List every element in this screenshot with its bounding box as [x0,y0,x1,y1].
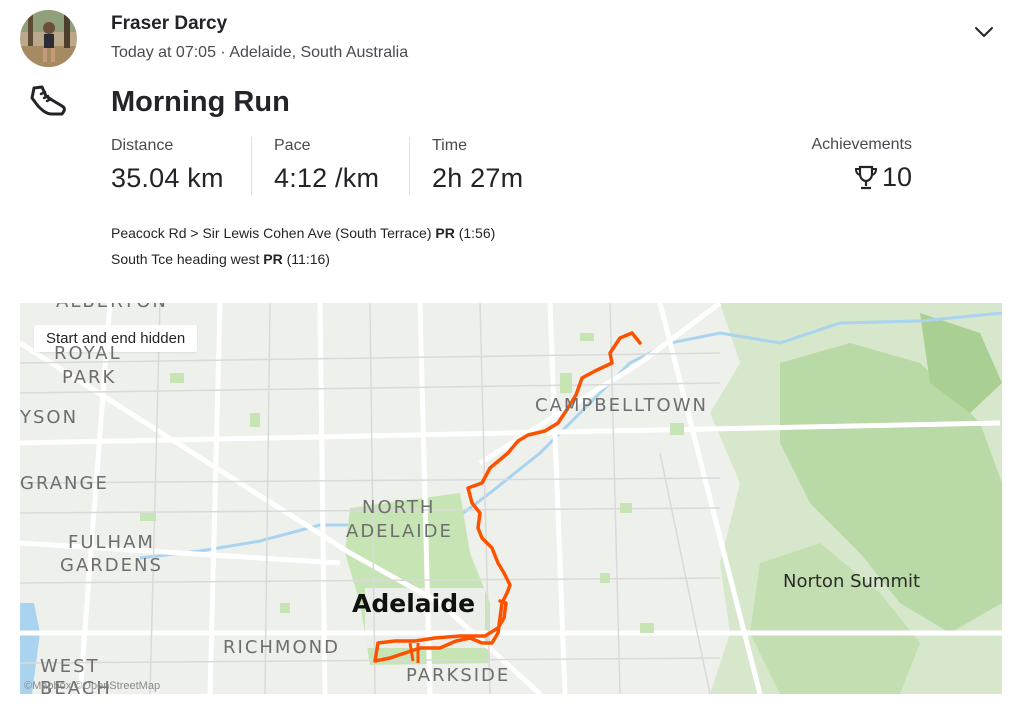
stat-divider [409,137,410,195]
activity-meta: Today at 07:05 · Adelaide, South Austral… [111,44,408,62]
achievements-label: Achievements [811,136,913,153]
activity-timestamp: Today at 07:05 [111,44,216,61]
stat-label: Pace [274,137,311,154]
route-map[interactable]: Start and end hidden ALBERTON ROYAL PARK… [20,303,1002,694]
stat-time: Time 2h 27m [432,137,523,194]
map-label-grange: GRANGE [20,473,109,494]
meta-separator: · [220,44,226,61]
running-shoe-icon [28,84,68,120]
trophy-icon [854,165,877,189]
map-label-alberton: ALBERTON [56,303,168,312]
map-label-fulham-gardens: FULHAM [68,532,155,553]
segment-name: Peacock Rd > Sir Lewis Cohen Ave (South … [111,225,432,241]
map-canvas [20,303,1002,694]
segment-name: South Tce heading west [111,251,260,267]
pr-badge: PR [263,251,283,267]
stat-divider [251,137,252,195]
map-label-adelaide: Adelaide [352,589,476,618]
stat-pace: Pace 4:12 /km [274,137,379,194]
map-label-royal-park: PARK [62,367,117,388]
map-label-richmond: RICHMOND [223,637,340,658]
map-label-parkside: PARKSIDE [406,665,511,686]
map-label-north-adelaide: NORTH [362,497,436,518]
map-label-north-adelaide: ADELAIDE [346,521,453,542]
map-label-fulham-gardens: GARDENS [60,555,163,576]
map-label-royal-park: ROYAL [54,343,122,364]
activity-location: Adelaide, South Australia [229,44,409,61]
stat-value: 4:12 /km [274,163,380,193]
map-label-norton-summit: Norton Summit [783,571,921,592]
stat-distance: Distance 35.04 km [111,137,224,194]
map-label-campbelltown: CAMPBELLTOWN [535,395,708,416]
segment-time: (11:16) [286,251,330,267]
stat-value: 35.04 km [111,163,224,193]
stat-label: Distance [111,137,174,154]
map-label-west-beach: WEST [40,656,100,677]
pr-badge: PR [435,225,455,241]
map-attribution[interactable]: ©Mapbox ©OpenStreetMap [24,680,160,692]
stat-label: Time [432,137,467,154]
achievements-count: 10 [881,162,912,192]
athlete-avatar[interactable] [20,10,77,67]
stat-value: 2h 27m [432,163,524,193]
segment-effort[interactable]: South Tce heading west PR (11:16) [111,251,330,267]
achievements[interactable]: Achievements 10 [780,136,913,193]
map-label-suburb: YSON [20,407,79,428]
segment-effort[interactable]: Peacock Rd > Sir Lewis Cohen Ave (South … [111,225,495,241]
segment-time: (1:56) [458,225,496,241]
athlete-name[interactable]: Fraser Darcy [111,13,227,35]
activity-title[interactable]: Morning Run [111,86,290,119]
chevron-down-icon[interactable] [972,22,996,42]
